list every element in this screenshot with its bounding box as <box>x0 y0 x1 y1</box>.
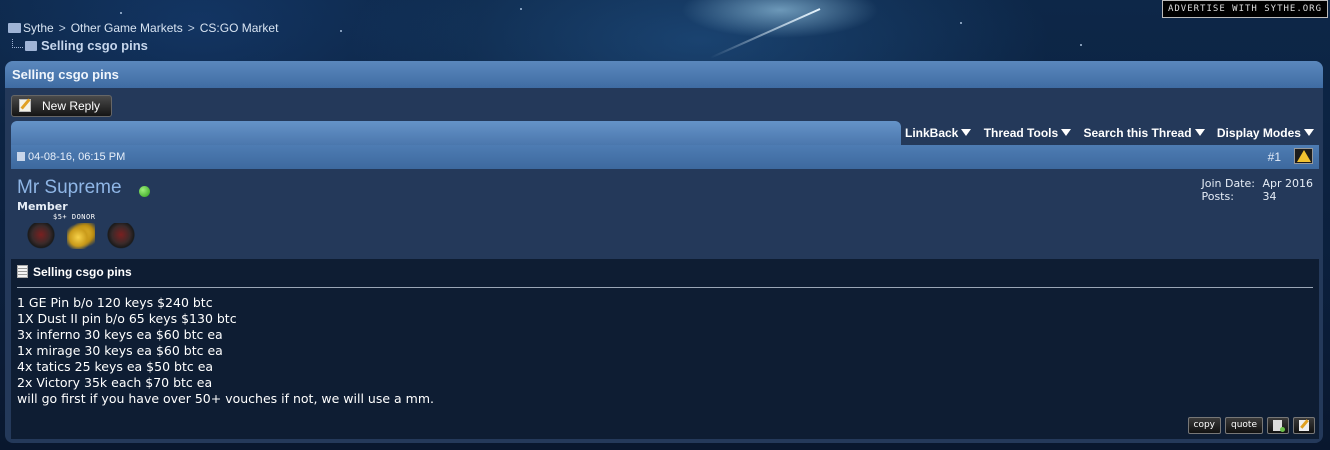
online-status-icon <box>139 186 150 197</box>
breadcrumb-link-sythe[interactable]: Sythe <box>23 21 54 35</box>
user-info: Mr Supreme Member $5+ DONOR Join Date: Ap… <box>11 169 1319 259</box>
caret-down-icon <box>961 129 972 136</box>
message-line: 1X Dust II pin b/o 65 keys $130 btc <box>17 311 237 326</box>
copy-button[interactable]: copy <box>1187 417 1221 434</box>
page-icon <box>17 265 28 278</box>
breadcrumb-separator: > <box>187 21 195 35</box>
thread-panel: Selling csgo pins New Reply LinkBack Thr… <box>5 61 1323 443</box>
username-link[interactable]: Mr Supreme <box>17 177 122 199</box>
breadcrumb-current-title: Selling csgo pins <box>41 38 148 53</box>
post-actions: copy quote <box>1187 417 1315 435</box>
caret-down-icon <box>1194 129 1205 136</box>
coins-badge-icon <box>67 223 95 249</box>
breadcrumb: Sythe > Other Game Markets > CS:GO Market <box>8 21 278 35</box>
tree-branch-icon <box>12 39 23 48</box>
post-date: 04-08-16, 06:15 PM <box>28 151 126 163</box>
new-reply-label: New Reply <box>42 99 101 113</box>
post-header: 04-08-16, 06:15 PM #1 <box>11 145 1319 169</box>
caret-down-icon <box>1061 129 1072 136</box>
menu-thread-tools[interactable]: Thread Tools <box>983 121 1072 145</box>
post-message: 1 GE Pin b/o 120 keys $240 btc 1X Dust I… <box>17 295 434 407</box>
join-date-row: Join Date: Apr 2016 <box>1201 177 1313 190</box>
menu-label: Display Modes <box>1216 126 1301 140</box>
posts-row: Posts: 34 <box>1201 190 1313 203</box>
thread-menus: LinkBack Thread Tools Search this Thread… <box>905 121 1323 145</box>
pencil-icon <box>19 99 31 112</box>
donor-label: $5+ DONOR <box>53 213 96 221</box>
post-title: Selling csgo pins <box>17 265 132 279</box>
edit-icon <box>1299 420 1309 431</box>
post-old-icon <box>17 152 25 161</box>
star <box>1080 44 1082 46</box>
caret-down-icon <box>1303 129 1314 136</box>
star <box>340 30 342 32</box>
menu-search-thread[interactable]: Search this Thread <box>1084 121 1205 145</box>
message-line: 3x inferno 30 keys ea $60 btc ea <box>17 327 223 342</box>
message-line: 1 GE Pin b/o 120 keys $240 btc <box>17 295 213 310</box>
menu-label: LinkBack <box>905 126 959 140</box>
menu-linkback[interactable]: LinkBack <box>905 121 972 145</box>
edit-button[interactable] <box>1293 417 1315 434</box>
menu-label: Thread Tools <box>983 126 1059 140</box>
breadcrumb-separator: > <box>58 21 66 35</box>
posts-value: 34 <box>1262 190 1277 203</box>
star <box>960 22 962 24</box>
message-line: will go first if you have over 50+ vouch… <box>17 391 434 406</box>
breadcrumb-current: Selling csgo pins <box>12 38 148 53</box>
message-line: 2x Victory 35k each $70 btc ea <box>17 375 213 390</box>
breadcrumb-link-other-game-markets[interactable]: Other Game Markets <box>71 21 183 35</box>
skull-badge-icon <box>107 223 135 249</box>
menu-display-modes[interactable]: Display Modes <box>1217 121 1314 145</box>
post-number-link[interactable]: #1 <box>1268 145 1281 169</box>
thread-toolbar: LinkBack Thread Tools Search this Thread… <box>11 121 1319 145</box>
user-title: Member <box>17 200 68 213</box>
user-stats: Join Date: Apr 2016 Posts: 34 <box>1201 177 1313 203</box>
toolbar-tab <box>11 121 901 145</box>
advertise-link[interactable]: Advertise with Sythe.org <box>1162 0 1328 18</box>
folder-icon <box>8 23 21 33</box>
post-title-text: Selling csgo pins <box>33 265 132 279</box>
report-button[interactable] <box>1294 148 1313 164</box>
folder-icon <box>25 41 37 51</box>
divider <box>17 287 1313 288</box>
menu-label: Search this Thread <box>1083 126 1192 140</box>
breadcrumb-link-csgo-market[interactable]: CS:GO Market <box>200 21 279 35</box>
thread-title: Selling csgo pins <box>5 61 1323 88</box>
multiquote-icon <box>1273 420 1285 432</box>
join-date-value: Apr 2016 <box>1262 177 1313 190</box>
warning-icon <box>1297 150 1311 162</box>
star <box>120 12 122 14</box>
message-line: 4x tatics 25 keys ea $50 btc ea <box>17 359 214 374</box>
quote-button[interactable]: quote <box>1225 417 1263 434</box>
join-date-label: Join Date: <box>1201 177 1255 190</box>
posts-label: Posts: <box>1201 190 1234 203</box>
star <box>520 8 522 10</box>
message-line: 1x mirage 30 keys ea $60 btc ea <box>17 343 223 358</box>
new-reply-button[interactable]: New Reply <box>11 95 112 117</box>
skull-badge-icon <box>27 223 55 249</box>
multiquote-button[interactable] <box>1267 417 1289 434</box>
post-body: Selling csgo pins 1 GE Pin b/o 120 keys … <box>11 259 1319 439</box>
